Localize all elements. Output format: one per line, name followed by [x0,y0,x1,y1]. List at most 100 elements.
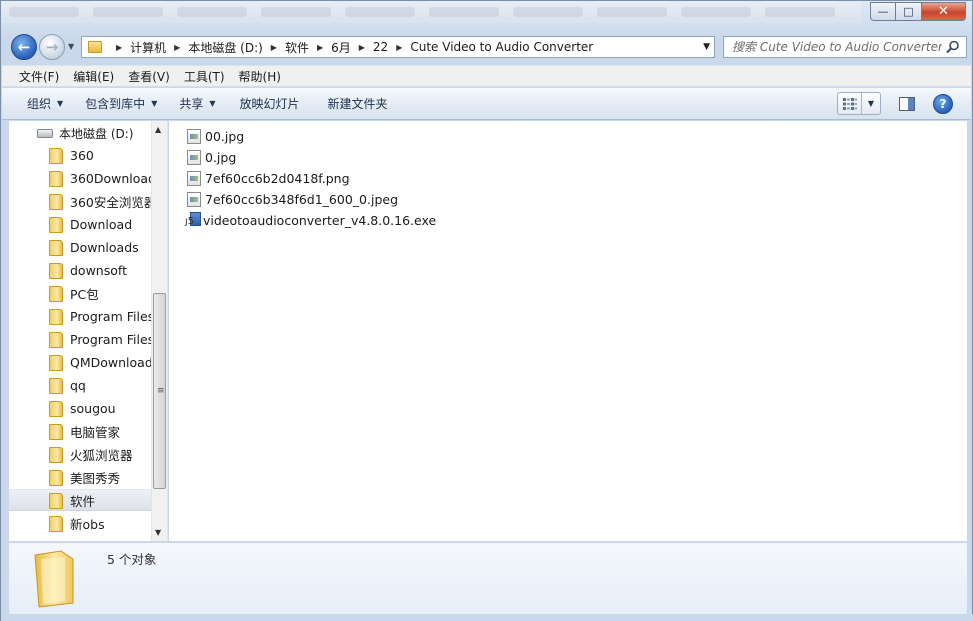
address-dropdown-icon[interactable]: ▼ [703,42,710,52]
scrollbar-grip-icon: ≡ [157,386,164,396]
include-in-library-button[interactable]: 包含到库中 ▼ [76,92,166,116]
tree-item-folder-selected[interactable]: 软件 [9,489,151,511]
recent-pages-dropdown[interactable]: ▼ [68,42,74,51]
breadcrumb-separator-icon[interactable]: ▶ [396,43,402,52]
command-bar: 组织 ▼ 包含到库中 ▼ 共享 ▼ 放映幻灯片 新建文件夹 ▼ ? [2,88,971,120]
search-icon[interactable] [946,40,960,54]
breadcrumb-separator-icon[interactable]: ▶ [359,43,365,52]
file-item[interactable]: 00.jpg [187,126,244,146]
view-list-icon[interactable] [838,93,862,114]
folder-icon [49,170,63,187]
tree-item-folder[interactable]: downsoft [9,259,151,281]
preview-pane-icon [899,96,915,111]
tree-item-folder[interactable]: 新obs [9,512,151,534]
breadcrumb-22[interactable]: 22 [373,40,388,54]
breadcrumb-separator-icon[interactable]: ▶ [174,43,180,52]
breadcrumb-software[interactable]: 软件 [285,39,309,56]
breadcrumb-june[interactable]: 6月 [331,39,351,56]
menu-view[interactable]: 查看(V) [121,68,177,85]
scroll-down-icon[interactable]: ▼ [155,528,161,537]
tree-item-folder[interactable]: 360安全浏览器 [9,190,151,212]
folder-icon [49,469,63,486]
tree-item-folder[interactable]: qq [9,374,151,396]
image-file-icon [187,149,201,165]
breadcrumb-drive-d[interactable]: 本地磁盘 (D:) [188,39,262,56]
tree-item-folder[interactable]: QMDownload [9,351,151,373]
view-options-chevron-icon[interactable]: ▼ [862,99,880,108]
tree-item-label: 火狐浏览器 [70,447,133,463]
tree-item-folder[interactable]: 360Download [9,167,151,189]
details-pane: 5 个对象 [9,542,967,614]
maximize-button[interactable]: □ [896,2,922,21]
tree-item-folder[interactable]: Program Files [9,328,151,350]
breadcrumb-current-folder[interactable]: Cute Video to Audio Converter [410,40,593,54]
address-folder-icon [88,41,102,53]
tree-item-label: Program Files [70,308,151,324]
file-name: 7ef60cc6b2d0418f.png [205,170,350,186]
scrollbar-thumb[interactable]: ≡ [153,293,166,489]
share-button[interactable]: 共享 ▼ [170,92,224,116]
menu-tools[interactable]: 工具(T) [177,68,232,85]
folder-icon [49,147,63,164]
tree-item-folder[interactable]: 电脑管家 [9,420,151,442]
folder-icon [49,377,63,394]
scroll-up-icon[interactable]: ▲ [155,125,161,134]
navigation-pane-scrollbar[interactable]: ▲ ≡ ▼ [151,121,167,541]
organize-button[interactable]: 组织 ▼ [18,92,72,116]
window-bottom-edge [1,614,973,621]
slideshow-button[interactable]: 放映幻灯片 [231,92,309,116]
command-bar-right: ▼ ? [837,92,953,115]
menu-file[interactable]: 文件(F) [12,68,66,85]
tree-item-label: 软件 [70,493,96,509]
back-button[interactable]: ← [11,34,37,60]
breadcrumb-separator-icon[interactable]: ▶ [271,43,277,52]
tree-item-label: qq [70,377,86,393]
tree-item-folder[interactable]: 360 [9,144,151,166]
file-item[interactable]: 7ef60cc6b2d0418f.png [187,168,350,188]
breadcrumb-computer[interactable]: 计算机 [130,39,166,56]
navigation-row: ← → ▼ ▶ 计算机 ▶ 本地磁盘 (D:) ▶ 软件 ▶ 6月 ▶ 22 ▶… [9,33,967,61]
tree-item-drive-d[interactable]: 本地磁盘 (D:) [37,125,133,142]
new-folder-label: 新建文件夹 [327,97,388,111]
tree-item-folder[interactable]: Download [9,213,151,235]
file-name: 0.jpg [205,149,237,165]
search-input[interactable] [732,40,942,54]
folder-icon [49,262,63,279]
breadcrumb-separator-icon[interactable]: ▶ [116,43,122,52]
new-folder-button[interactable]: 新建文件夹 [319,92,397,116]
search-box [723,36,967,58]
folder-icon [49,492,63,509]
tree-item-folder[interactable]: PC包 [9,282,151,304]
file-list: 00.jpg 0.jpg 7ef60cc6b2d0418f.png 7ef60c… [169,121,967,541]
forward-button[interactable]: → [39,34,65,60]
tree-item-label: 360 [70,147,94,163]
folder-icon [49,423,63,440]
address-bar[interactable]: ▶ 计算机 ▶ 本地磁盘 (D:) ▶ 软件 ▶ 6月 ▶ 22 ▶ Cute … [81,36,715,58]
tree-item-folder[interactable]: Downloads [9,236,151,258]
breadcrumb-separator-icon[interactable]: ▶ [317,43,323,52]
menu-bar: 文件(F) 编辑(E) 查看(V) 工具(T) 帮助(H) [2,65,971,87]
close-button[interactable]: ✕ [922,2,966,21]
hard-drive-icon [37,129,53,138]
folder-icon [49,239,63,256]
menu-edit[interactable]: 编辑(E) [66,68,121,85]
organize-label: 组织 [27,97,52,111]
tree-item-label: 360安全浏览器 [70,194,151,210]
help-button[interactable]: ? [933,93,953,114]
file-item[interactable]: 0.jpg [187,147,236,167]
preview-pane-button[interactable] [895,92,919,115]
tree-item-label: 本地磁盘 (D:) [59,127,134,141]
change-view-button[interactable]: ▼ [837,92,881,115]
tree-item-folder[interactable]: 美图秀秀 [9,466,151,488]
tree-item-folder[interactable]: Program Files [9,305,151,327]
file-item[interactable]: 7ef60cc6b348f6d1_600_0.jpeg [187,189,398,209]
menu-help[interactable]: 帮助(H) [232,68,288,85]
chevron-down-icon: ▼ [209,99,216,108]
tree-item-folder[interactable]: 火狐浏览器 [9,443,151,465]
file-name: 7ef60cc6b348f6d1_600_0.jpeg [205,191,398,207]
tree-item-label: Download [70,216,133,232]
minimize-button[interactable]: — [870,2,896,21]
file-item[interactable]: videotoaudioconverter_v4.8.0.16.exe [185,210,436,230]
tree-item-label: downsoft [70,262,127,278]
tree-item-folder[interactable]: sougou [9,397,151,419]
